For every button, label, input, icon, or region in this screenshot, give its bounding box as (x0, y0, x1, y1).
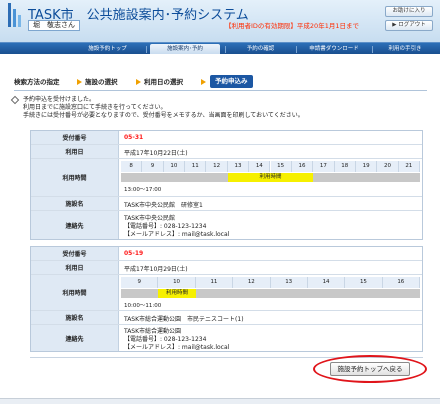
breadcrumb-step-date: 利用日の選択 (144, 78, 183, 86)
time-row: 利用時間 8 9 10 11 12 13 14 15 16 17 18 19 20 21 利用時間 13:00… (31, 159, 422, 197)
time-label: 利用時間 (31, 159, 119, 196)
hour-cell: 9 (121, 277, 159, 288)
contact-row: 連絡先 TASK市総合運動公園 【電話番号】: 028-123-1234 【メー… (31, 325, 422, 351)
hour-cell: 10 (163, 161, 186, 172)
facility-label: 施設名 (31, 311, 119, 324)
selected-time-block: 利用時間 (158, 289, 196, 298)
hour-cell: 16 (291, 161, 314, 172)
city-logo (6, 3, 22, 29)
hour-cell: 16 (382, 277, 420, 288)
diamond-bullet-icon (10, 95, 20, 105)
logout-label: ログアウト (398, 22, 426, 28)
message-line-2: 利用日までに施設窓口にて手続きを行ってください。 (23, 104, 167, 111)
time-label: 利用時間 (31, 275, 119, 310)
receipt-label: 受付番号 (31, 131, 119, 144)
hour-cell: 8 (121, 161, 143, 172)
hour-cell: 11 (195, 277, 234, 288)
contact-label: 連絡先 (31, 325, 119, 351)
hour-cell: 20 (377, 161, 399, 172)
hour-cell: 14 (307, 277, 346, 288)
hour-cell: 10 (158, 277, 196, 288)
breadcrumb-step-search-method: 検索方法の指定 (14, 78, 60, 86)
breadcrumb-step-facility: 施設の選択 (85, 78, 118, 86)
hour-cell: 15 (345, 277, 383, 288)
nav-item-confirm-reservation[interactable]: 予約の確認 (228, 44, 293, 54)
message-line-3: 手続きには受付番号が必要となりますので、受付番号をメモするか、当画面を印刷してお… (23, 112, 304, 119)
reservation-date: 平成17年10月22日(土) (124, 150, 188, 157)
arrow-right-icon (136, 79, 141, 85)
hour-cell: 14 (249, 161, 271, 172)
hour-cell: 18 (334, 161, 356, 172)
date-label: 利用日 (31, 261, 119, 274)
hour-cell: 13 (270, 277, 308, 288)
selected-time-block: 利用時間 (227, 173, 314, 182)
reservation-card-2: 受付番号 05-19 利用日 平成17年10月29日(土) 利用時間 9 10 11… (30, 246, 423, 352)
facility-label: 施設名 (31, 197, 119, 210)
hour-cell: 11 (185, 161, 207, 172)
hour-cell: 9 (142, 161, 164, 172)
highlight-circle (313, 355, 427, 383)
receipt-number: 05-19 (124, 250, 144, 257)
reservation-card-1: 受付番号 05-31 利用日 平成17年10月22日(土) 利用時間 8 9 10 1… (30, 130, 423, 240)
contact-label: 連絡先 (31, 211, 119, 239)
date-label: 利用日 (31, 145, 119, 158)
hour-cell: 12 (233, 277, 271, 288)
horizontal-scrollbar[interactable] (0, 398, 440, 404)
receipt-row: 受付番号 05-19 (31, 247, 422, 261)
hour-cell: 21 (398, 161, 420, 172)
contact-mail: 【メールアドレス】: mail@task.local (124, 344, 230, 351)
main-nav: 施設予約トップ 施設案内･予約 予約の確認 申請書ダウンロード 利用の手引き (0, 42, 440, 54)
time-range-text: 10:00～11:00 (124, 303, 162, 309)
hour-cell: 13 (227, 161, 250, 172)
facility-row: 施設名 TASK市中央公民館 研修室1 (31, 197, 422, 211)
hour-cell: 15 (270, 161, 292, 172)
hour-cell: 12 (206, 161, 228, 172)
id-expiry-notice: 【利用者IDの有効期限】平成20年1月1日まで (225, 22, 359, 30)
nav-item-reservation-top[interactable]: 施設予約トップ (70, 44, 145, 54)
help-button[interactable]: お助けに入り (385, 6, 433, 17)
receipt-row: 受付番号 05-31 (31, 131, 422, 145)
facility-row: 施設名 TASK市総合運動公園 市民テニスコート(1) (31, 311, 422, 325)
message-line-1: 予約申込を受付けました。 (23, 96, 96, 103)
nav-item-form-download[interactable]: 申請書ダウンロード (298, 44, 370, 54)
breadcrumb-step-apply: 予約申込み (210, 75, 253, 88)
hour-cell: 17 (313, 161, 335, 172)
nav-item-facility-search[interactable]: 施設案内･予約 (150, 44, 220, 54)
facility-name: TASK市総合運動公園 市民テニスコート(1) (124, 316, 244, 323)
nav-item-guide[interactable]: 利用の手引き (374, 44, 436, 54)
time-row: 利用時間 9 10 11 12 13 14 15 16 利用時間 10:00～11:00 (31, 275, 422, 311)
contact-mail: 【メールアドレス】: mail@task.local (124, 231, 230, 238)
arrow-right-icon (201, 79, 206, 85)
date-row: 利用日 平成17年10月29日(土) (31, 261, 422, 275)
breadcrumb-divider (14, 90, 427, 91)
arrow-right-icon: ▶ (392, 22, 397, 28)
app-header: TASK市 公共施設案内･予約システム 堀 敬志さん 【利用者IDの有効期限】平… (0, 0, 440, 42)
arrow-right-icon (77, 79, 82, 85)
user-name: 堀 敬志さん (28, 20, 80, 31)
facility-name: TASK市中央公民館 研修室1 (124, 202, 203, 209)
receipt-number: 05-31 (124, 134, 144, 141)
receipt-label: 受付番号 (31, 247, 119, 260)
date-row: 利用日 平成17年10月22日(土) (31, 145, 422, 159)
time-range-text: 13:00～17:00 (124, 187, 162, 193)
logout-button[interactable]: ▶ ログアウト (385, 20, 433, 31)
hour-cell: 19 (355, 161, 378, 172)
reservation-date: 平成17年10月29日(土) (124, 266, 188, 273)
contact-row: 連絡先 TASK市中央公民館 【電話番号】: 028-123-1234 【メール… (31, 211, 422, 239)
